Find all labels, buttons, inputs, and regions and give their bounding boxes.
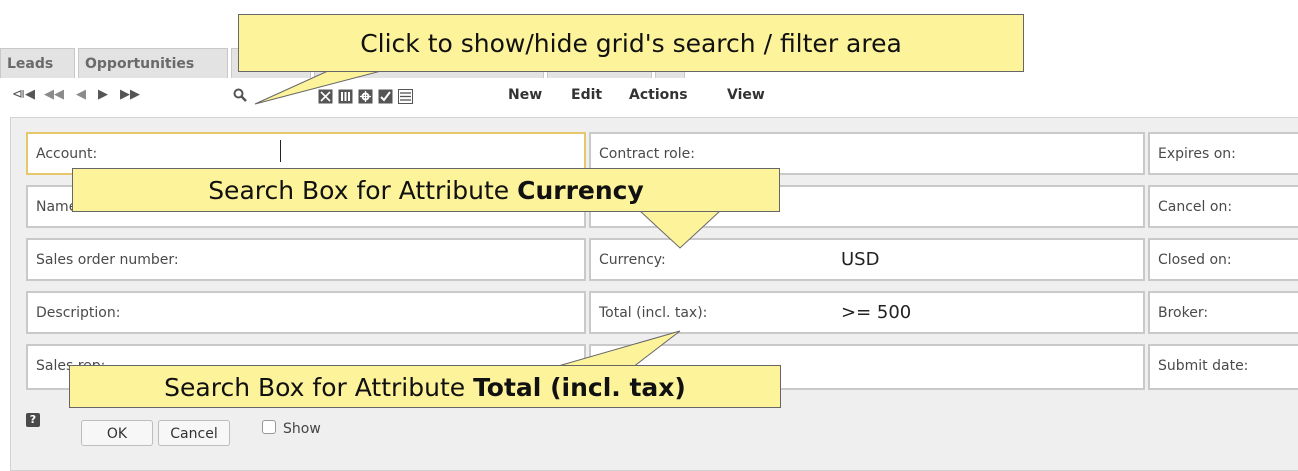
grid-toggle-pointer (254, 69, 386, 105)
callout-currency: Search Box for Attribute Currency (72, 168, 780, 212)
callout-text-prefix: Search Box for Attribute (208, 176, 518, 205)
callout-text-prefix: Search Box for Attribute (164, 373, 474, 402)
callout-text-bold: Total (incl. tax) (473, 373, 686, 402)
callout-text-bold: Currency (517, 176, 644, 205)
callout-total: Search Box for Attribute Total (incl. ta… (69, 365, 781, 408)
callout-grid-toggle: Click to show/hide grid's search / filte… (238, 14, 1024, 72)
currency-pointer (638, 210, 722, 249)
callout-text: Click to show/hide grid's search / filte… (360, 29, 902, 58)
